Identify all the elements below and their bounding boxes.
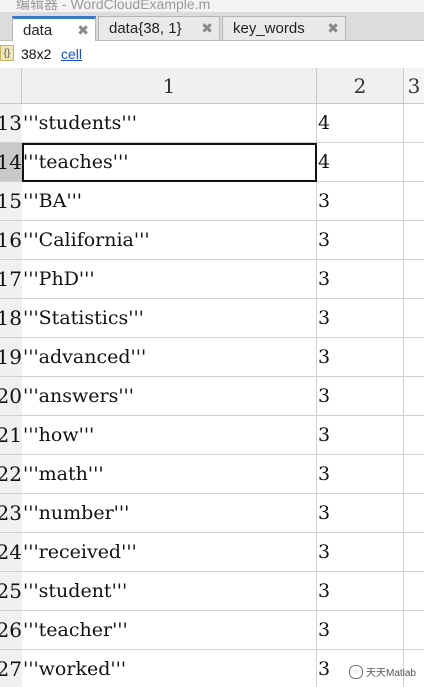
column-header-1[interactable]: 1 <box>22 68 317 104</box>
cell-empty[interactable] <box>404 143 424 182</box>
cell-count[interactable]: 3 <box>317 260 404 299</box>
cell-word[interactable]: '''teacher''' <box>22 611 317 650</box>
row-header[interactable]: 19 <box>0 338 22 377</box>
row-header[interactable]: 22 <box>0 455 22 494</box>
row-header[interactable]: 16 <box>0 221 22 260</box>
cell-count[interactable]: 3 <box>317 182 404 221</box>
row-header[interactable]: 24 <box>0 533 22 572</box>
cell-count[interactable]: 4 <box>317 143 404 182</box>
close-icon[interactable]: ✖ <box>327 20 339 37</box>
cell-empty[interactable] <box>404 299 424 338</box>
cell-word[interactable]: '''worked''' <box>22 650 317 687</box>
cell-empty[interactable] <box>404 572 424 611</box>
cell-count[interactable]: 3 <box>317 494 404 533</box>
row-header[interactable]: 13 <box>0 104 22 143</box>
row-header[interactable]: 18 <box>0 299 22 338</box>
window-title: 编辑器 - WordCloudExample.m <box>16 0 211 12</box>
wechat-icon: ◌ <box>348 664 363 679</box>
tab-label: key_words <box>233 20 305 37</box>
cell-empty[interactable] <box>404 455 424 494</box>
cell-count[interactable]: 3 <box>317 455 404 494</box>
row-header[interactable]: 21 <box>0 416 22 455</box>
watermark: ◌ 天天Matlab <box>348 664 416 679</box>
variable-size: 38x2 <box>21 46 52 62</box>
cell-word[interactable]: '''California''' <box>22 221 317 260</box>
cell-word[interactable]: '''PhD''' <box>22 260 317 299</box>
tab-key-words[interactable]: key_words ✖ <box>222 16 346 40</box>
cell-empty[interactable] <box>404 533 424 572</box>
cell-empty[interactable] <box>404 377 424 416</box>
tab-data-38-1[interactable]: data{38, 1} ✖ <box>98 16 220 40</box>
cell-count[interactable]: 3 <box>317 611 404 650</box>
close-icon[interactable]: ✖ <box>77 22 89 39</box>
cell-empty[interactable] <box>404 338 424 377</box>
watermark-text: 天天Matlab <box>365 668 416 679</box>
cell-word[interactable]: '''student''' <box>22 572 317 611</box>
cell-empty[interactable] <box>404 494 424 533</box>
row-header[interactable]: 20 <box>0 377 22 416</box>
row-header[interactable]: 14 <box>0 143 22 182</box>
tab-label: data <box>23 21 53 39</box>
row-header[interactable]: 15 <box>0 182 22 221</box>
cell-count[interactable]: 4 <box>317 104 404 143</box>
cell-word[interactable]: '''math''' <box>22 455 317 494</box>
tab-data[interactable]: data ✖ <box>12 16 96 41</box>
cell-word[interactable]: '''received''' <box>22 533 317 572</box>
cell-count[interactable]: 3 <box>317 572 404 611</box>
cell-count[interactable]: 3 <box>317 416 404 455</box>
variable-info-bar: {} 38x2 cell <box>0 41 424 68</box>
column-header-3[interactable]: 3 <box>404 68 424 104</box>
cell-count[interactable]: 3 <box>317 338 404 377</box>
cell-count[interactable]: 3 <box>317 221 404 260</box>
row-header[interactable]: 25 <box>0 572 22 611</box>
cell-word[interactable]: '''number''' <box>22 494 317 533</box>
cell-word[interactable]: '''how''' <box>22 416 317 455</box>
tab-label: data{38, 1} <box>109 20 182 37</box>
column-header-2[interactable]: 2 <box>317 68 404 104</box>
variable-grid: 1 2 3 13'''students'''4 14'''teaches'''4 1… <box>0 68 424 687</box>
row-header[interactable]: 23 <box>0 494 22 533</box>
cell-empty[interactable] <box>404 260 424 299</box>
cell-count[interactable]: 3 <box>317 299 404 338</box>
variable-type-link[interactable]: cell <box>61 46 82 62</box>
cell-count[interactable]: 3 <box>317 377 404 416</box>
cell-empty[interactable] <box>404 104 424 143</box>
variable-tab-bar: data ✖ data{38, 1} ✖ key_words ✖ <box>0 12 424 41</box>
row-header[interactable]: 26 <box>0 611 22 650</box>
cell-empty[interactable] <box>404 611 424 650</box>
cell-word[interactable]: '''teaches''' <box>22 143 317 182</box>
cell-empty[interactable] <box>404 416 424 455</box>
editor-title-bar: 编辑器 - WordCloudExample.m <box>0 0 424 12</box>
cell-count[interactable]: 3 <box>317 533 404 572</box>
cell-word[interactable]: '''Statistics''' <box>22 299 317 338</box>
cell-empty[interactable] <box>404 221 424 260</box>
cell-array-icon: {} <box>0 45 14 61</box>
cell-word[interactable]: '''advanced''' <box>22 338 317 377</box>
row-header[interactable]: 17 <box>0 260 22 299</box>
cell-empty[interactable] <box>404 182 424 221</box>
cell-word[interactable]: '''students''' <box>22 104 317 143</box>
corner-header[interactable] <box>0 68 22 104</box>
close-icon[interactable]: ✖ <box>201 20 213 37</box>
row-header[interactable]: 27 <box>0 650 22 687</box>
cell-word[interactable]: '''answers''' <box>22 377 317 416</box>
cell-word[interactable]: '''BA''' <box>22 182 317 221</box>
